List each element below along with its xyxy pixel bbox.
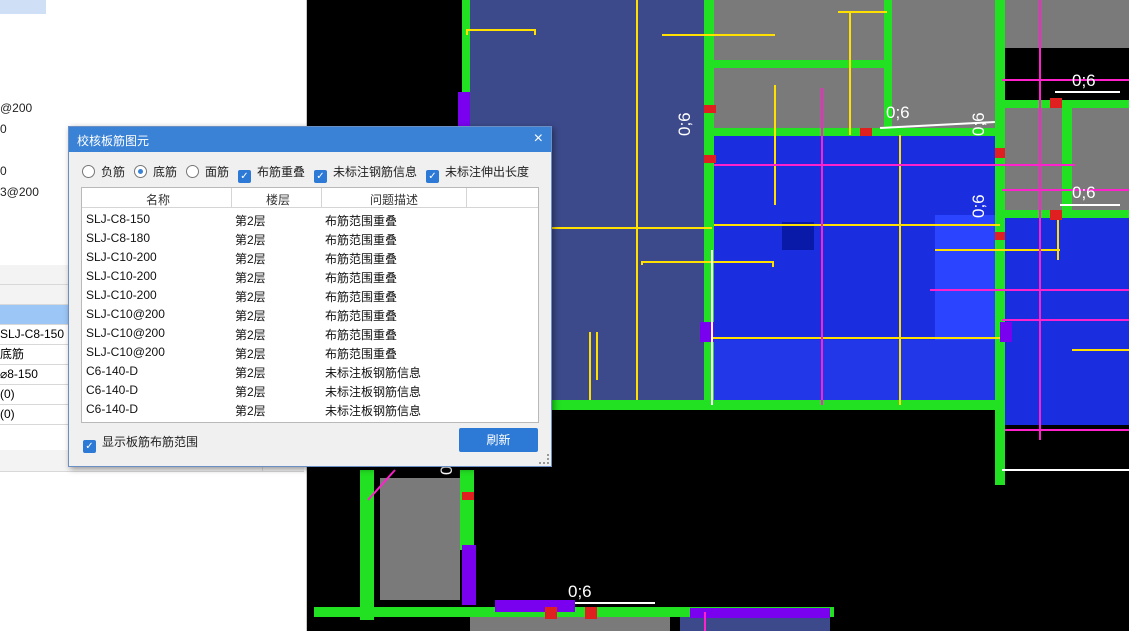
issue-list[interactable]: 名称 楼层 问题描述 SLJ-C8-150 第2层 布筋范围重叠 SLJ-C8-180…	[81, 187, 539, 423]
radio-label: 底筋	[153, 165, 178, 179]
issue-description: 布筋范围重叠	[325, 214, 398, 228]
check-slab-rebar-dialog: 校核板筋图元 × 负筋 底筋 面筋 ✓ 布筋重叠 ✓ 未标注钢筋信息 ✓ 未标注伸出长…	[68, 126, 552, 467]
checkbox-overlap[interactable]: ✓ 布筋重叠	[238, 163, 306, 183]
issue-row[interactable]: SLJ-C10-200 第2层 布筋范围重叠	[82, 247, 538, 266]
issue-row[interactable]: SLJ-C10-200 第2层 布筋范围重叠	[82, 285, 538, 304]
issue-name: SLJ-C10@200	[86, 326, 165, 340]
issue-name: SLJ-C8-180	[86, 231, 151, 245]
issue-floor: 第2层	[235, 366, 266, 380]
radio-icon	[82, 165, 95, 178]
issue-floor: 第2层	[235, 347, 266, 361]
property-value: ⌀8-150	[0, 367, 38, 381]
checkbox-unlabeled-extension[interactable]: ✓ 未标注伸出长度	[426, 163, 530, 183]
issue-floor: 第2层	[235, 214, 266, 228]
issue-row[interactable]: SLJ-C10@200 第2层 布筋范围重叠	[82, 342, 538, 361]
dimension-label: 0;6	[568, 582, 592, 601]
column-header-floor[interactable]: 楼层	[266, 191, 290, 208]
issue-floor: 第2层	[235, 328, 266, 342]
issue-floor: 第2层	[235, 233, 266, 247]
column-header-name[interactable]: 名称	[146, 191, 170, 208]
issue-description: 未标注板钢筋信息	[325, 404, 422, 418]
dimension-label: 0;6	[969, 112, 988, 136]
issue-name: SLJ-C10@200	[86, 307, 165, 321]
checkbox-label: 布筋重叠	[257, 165, 306, 179]
radio-label: 面筋	[205, 165, 230, 179]
resize-grip-icon[interactable]	[539, 454, 549, 464]
issue-floor: 第2层	[235, 385, 266, 399]
issue-name: SLJ-C10-200	[86, 250, 157, 264]
column-header-description[interactable]: 问题描述	[370, 191, 418, 208]
panel-fragment: @200	[0, 101, 33, 115]
issue-description: 未标注板钢筋信息	[325, 385, 422, 399]
issue-description: 布筋范围重叠	[325, 252, 398, 266]
property-value: SLJ-C8-150	[0, 327, 65, 341]
dimension-label: 0;6	[969, 194, 988, 218]
issue-name: C6-140-D	[86, 364, 139, 378]
checkmark-icon: ✓	[83, 440, 96, 453]
property-value: (0)	[0, 407, 15, 421]
dimension-label: 0;6	[1072, 183, 1096, 202]
radio-bottom-rebar[interactable]: 底筋	[134, 163, 177, 179]
checkmark-icon: ✓	[314, 170, 327, 183]
issue-list-header: 名称 楼层 问题描述	[82, 188, 538, 208]
selected-tree-item[interactable]	[0, 0, 46, 14]
issue-description: 布筋范围重叠	[325, 271, 398, 285]
issue-name: C6-140-D	[86, 383, 139, 397]
issue-description: 布筋范围重叠	[325, 290, 398, 304]
panel-fragment: 3@200	[0, 185, 39, 199]
issue-row[interactable]: SLJ-C10-200 第2层 布筋范围重叠	[82, 266, 538, 285]
radio-negative-rebar[interactable]: 负筋	[82, 163, 125, 179]
issue-description: 布筋范围重叠	[325, 328, 398, 342]
issue-floor: 第2层	[235, 309, 266, 323]
issue-description: 布筋范围重叠	[325, 347, 398, 361]
issue-name: SLJ-C10@200	[86, 345, 165, 359]
issue-description: 布筋范围重叠	[325, 233, 398, 247]
close-icon[interactable]: ×	[534, 130, 543, 148]
checkmark-icon: ✓	[238, 170, 251, 183]
issue-name: SLJ-C8-150	[86, 212, 151, 226]
checkmark-icon: ✓	[426, 170, 439, 183]
checkbox-label: 显示板筋布筋范围	[102, 435, 199, 449]
radio-icon	[186, 165, 199, 178]
issue-floor: 第2层	[235, 252, 266, 266]
panel-fragment: 0	[0, 164, 7, 178]
dimension-label: 0;6	[675, 112, 694, 136]
property-value: (0)	[0, 387, 15, 401]
checkbox-label: 未标注钢筋信息	[333, 165, 418, 179]
checkbox-show-range[interactable]: ✓ 显示板筋布筋范围	[83, 433, 198, 453]
refresh-button[interactable]: 刷新	[459, 428, 538, 452]
issue-name: SLJ-C10-200	[86, 288, 157, 302]
panel-fragment: 0	[0, 122, 7, 136]
issue-row[interactable]: SLJ-C10@200 第2层 布筋范围重叠	[82, 323, 538, 342]
dimension-label: 0;6	[1072, 71, 1096, 90]
radio-top-rebar[interactable]: 面筋	[186, 163, 229, 179]
checkbox-unlabeled-info[interactable]: ✓ 未标注钢筋信息	[314, 163, 418, 183]
dialog-title: 校核板筋图元	[77, 134, 150, 148]
issue-name: C6-140-D	[86, 402, 139, 416]
issue-floor: 第2层	[235, 404, 266, 418]
radio-selected-icon	[134, 165, 147, 178]
issue-description: 未标注板钢筋信息	[325, 366, 422, 380]
issue-row[interactable]: C6-140-D 第2层 未标注板钢筋信息	[82, 380, 538, 399]
checkbox-label: 未标注伸出长度	[445, 165, 530, 179]
issue-row[interactable]: SLJ-C8-150 第2层 布筋范围重叠	[82, 209, 538, 228]
issue-description: 布筋范围重叠	[325, 309, 398, 323]
issue-row[interactable]: C6-140-D 第2层 未标注板钢筋信息	[82, 399, 538, 418]
issue-row[interactable]: SLJ-C8-180 第2层 布筋范围重叠	[82, 228, 538, 247]
property-value: 底筋	[0, 347, 25, 361]
issue-name: SLJ-C10-200	[86, 269, 157, 283]
issue-row[interactable]: SLJ-C10@200 第2层 布筋范围重叠	[82, 304, 538, 323]
dialog-titlebar[interactable]: 校核板筋图元 ×	[69, 127, 551, 152]
issue-floor: 第2层	[235, 290, 266, 304]
dimension-label: 0;6	[886, 103, 910, 122]
issue-row[interactable]: C6-140-D 第2层 未标注板钢筋信息	[82, 361, 538, 380]
radio-label: 负筋	[101, 165, 126, 179]
issue-floor: 第2层	[235, 271, 266, 285]
